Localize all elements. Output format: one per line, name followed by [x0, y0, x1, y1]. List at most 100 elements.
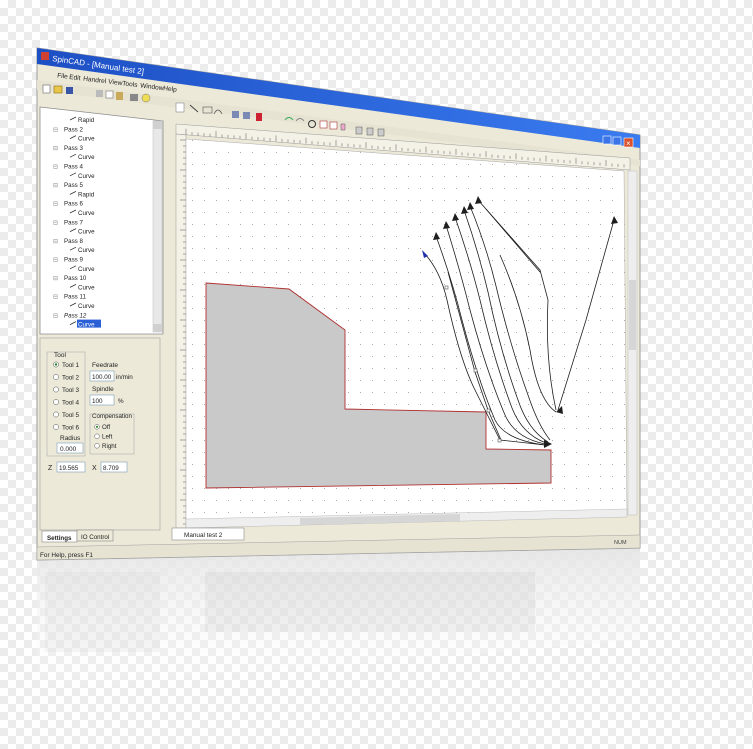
tool-radio[interactable]	[53, 399, 59, 405]
new-file-icon[interactable]	[42, 84, 51, 94]
tree-expander-icon[interactable]: ⊟	[53, 313, 58, 319]
tree-item-pass[interactable]: Pass 3	[64, 145, 83, 152]
grid-dot	[624, 476, 625, 477]
tree-expander-icon[interactable]: ⊟	[53, 295, 58, 301]
grid-dot	[564, 332, 565, 333]
tree-item-pass[interactable]: Pass 12	[64, 312, 87, 319]
grid-dot	[192, 488, 193, 489]
tree-expander-icon[interactable]: ⊟	[53, 202, 58, 208]
tree-item-pass[interactable]: Pass 5	[64, 182, 83, 189]
tree-item-operation[interactable]: Curve	[78, 322, 95, 329]
tree-expander-icon[interactable]: ⊟	[53, 165, 58, 171]
compensation-radio[interactable]	[94, 433, 100, 439]
tree-item-operation[interactable]: Curve	[78, 266, 95, 273]
grid-dot	[600, 212, 601, 213]
tree-item-operation[interactable]: Rapid	[78, 191, 95, 198]
grid-dot	[192, 332, 193, 333]
tree-item-operation[interactable]: Rapid	[78, 117, 95, 124]
tool-radio[interactable]	[53, 374, 59, 380]
align-left-icon[interactable]	[232, 111, 239, 118]
grid-dot	[576, 344, 577, 345]
paste-icon[interactable]	[116, 92, 123, 100]
print-icon[interactable]	[130, 94, 138, 101]
tree-item-pass[interactable]: Pass 7	[64, 219, 83, 226]
zoom-box-icon[interactable]	[319, 120, 328, 129]
tree-item-pass[interactable]: Pass 4	[64, 164, 83, 171]
grid-dot	[504, 500, 505, 501]
cut-icon[interactable]	[96, 90, 103, 97]
tree-item-pass[interactable]: Pass 9	[64, 257, 83, 264]
grid-dot	[432, 332, 433, 333]
tree-item-operation[interactable]: Curve	[78, 247, 95, 254]
view-mode-1-icon[interactable]	[355, 126, 363, 135]
tree-scroll-up[interactable]	[153, 121, 162, 129]
tree-expander-icon[interactable]: ⊟	[53, 127, 58, 133]
grid-dot	[228, 272, 229, 273]
maximize-button[interactable]	[612, 136, 622, 146]
tree-expander-icon[interactable]: ⊟	[53, 183, 58, 189]
help-icon[interactable]	[141, 93, 151, 103]
grid-dot	[588, 356, 589, 357]
copy-icon[interactable]	[105, 90, 114, 99]
grid-dot	[516, 500, 517, 501]
align-right-icon[interactable]	[243, 112, 250, 119]
grid-dot	[576, 260, 577, 261]
tree-scrollbar[interactable]	[152, 120, 163, 333]
grid-dot	[396, 212, 397, 213]
tree-scroll-down[interactable]	[153, 324, 162, 332]
tree-item-operation[interactable]: Curve	[78, 154, 95, 161]
grid-dot	[444, 212, 445, 213]
tool-radio[interactable]	[53, 386, 59, 393]
menu-item-edit[interactable]: Edit	[69, 74, 81, 82]
grid-dot	[564, 356, 565, 357]
view-mode-2-icon[interactable]	[366, 127, 374, 136]
tree-item-operation[interactable]: Curve	[78, 284, 95, 291]
tree-item-operation[interactable]: Curve	[78, 303, 95, 310]
pan-hand-icon[interactable]	[340, 123, 346, 131]
grid-dot	[216, 512, 217, 513]
tree-expander-icon[interactable]: ⊟	[53, 239, 58, 245]
tool-radio[interactable]	[53, 424, 59, 430]
delete-icon[interactable]	[256, 113, 262, 121]
grid-dot	[444, 296, 445, 297]
grid-dot	[372, 488, 373, 489]
pointer-tool-icon[interactable]	[175, 102, 185, 113]
tree-expander-icon[interactable]: ⊟	[53, 220, 58, 226]
zoom-extents-icon[interactable]	[329, 121, 338, 130]
tree-item-pass[interactable]: Pass 2	[64, 126, 83, 133]
grid-dot	[492, 488, 493, 489]
grid-dot	[480, 320, 481, 321]
grid-dot	[420, 296, 421, 297]
grid-dot	[240, 500, 241, 501]
grid-dot	[420, 260, 421, 261]
grid-dot	[588, 428, 589, 429]
grid-dot	[564, 464, 565, 465]
tree-item-pass[interactable]: Pass 8	[64, 238, 83, 245]
tree-item-operation[interactable]: Curve	[78, 229, 95, 236]
grid-dot	[252, 164, 253, 165]
tree-expander-icon[interactable]: ⊟	[53, 146, 58, 152]
open-folder-icon[interactable]	[53, 85, 63, 94]
tree-item-operation[interactable]: Curve	[78, 136, 95, 143]
compensation-radio[interactable]	[94, 443, 100, 449]
tree-expander-icon[interactable]: ⊟	[53, 276, 58, 282]
tree-expander-icon[interactable]: ⊟	[53, 258, 58, 264]
grid-dot	[288, 284, 289, 285]
tree-item-operation[interactable]: Curve	[78, 210, 95, 217]
save-icon[interactable]	[66, 87, 73, 94]
view-mode-3-icon[interactable]	[377, 128, 385, 137]
tree-item-pass[interactable]: Pass 11	[64, 294, 86, 301]
grid-dot	[600, 356, 601, 357]
minimize-button[interactable]	[602, 135, 612, 145]
grid-dot	[480, 356, 481, 357]
grid-dot	[396, 332, 397, 333]
grid-dot	[516, 200, 517, 201]
grid-dot	[432, 260, 433, 261]
tree-item-pass[interactable]: Pass 10	[64, 275, 87, 282]
tool-radio[interactable]	[53, 411, 59, 418]
grid-dot	[192, 404, 193, 405]
tree-item-operation[interactable]: Curve	[78, 173, 95, 180]
tree-item-pass[interactable]: Pass 6	[64, 201, 83, 208]
canvas-vertical-thumb[interactable]	[629, 280, 636, 350]
menu-item-file[interactable]: File	[57, 72, 69, 80]
